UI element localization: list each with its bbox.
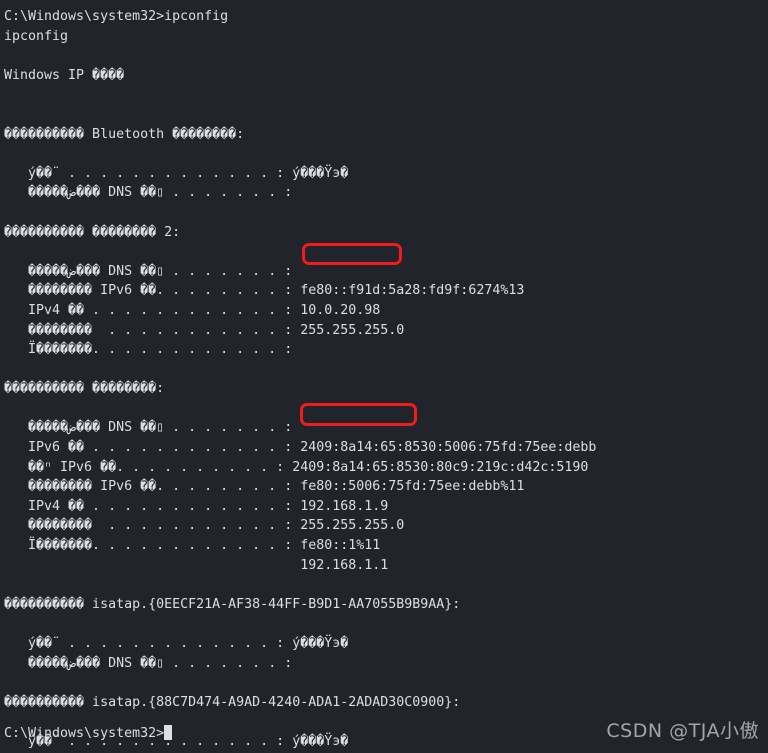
console-line: Windows IP ���� <box>4 67 125 83</box>
console-output: C:\Windows\system32>ipconfig ipconfig Win… <box>0 0 768 753</box>
console-line: �������� IPv6 ��. . . . . . . . : fe80::… <box>4 283 525 299</box>
console-line: �����ض��� DNS ��▯ . . . . . . . : <box>4 655 293 671</box>
console-line: ý��¨ . . . . . . . . . . . . . : ý���Ÿэ� <box>4 165 349 181</box>
command-prompt-line[interactable]: C:\Windows\system32> <box>4 724 173 744</box>
console-line: ��ⁿ IPv6 ��. . . . . . . . . . : 2409:8a… <box>4 459 589 475</box>
console-line: ipconfig <box>4 28 69 44</box>
console-line: �������� IPv6 ��. . . . . . . . : fe80::… <box>4 479 525 495</box>
console-line: �������� . . . . . . . . . . . : 255.255… <box>4 322 405 338</box>
console-line: 192.168.1.1 <box>4 557 389 573</box>
console-line: �����ض��� DNS ��▯ . . . . . . . : <box>4 185 293 201</box>
console-line: IPv6 �� . . . . . . . . . . . . : 2409:8… <box>4 440 597 456</box>
prompt-text: C:\Windows\system32> <box>4 726 165 741</box>
console-line: ���������� isatap.{0EECF21A-AF38-44FF-B9… <box>4 596 461 612</box>
cursor-block <box>164 725 173 740</box>
console-line: ý��¨ . . . . . . . . . . . . . : ý���Ÿэ� <box>4 636 349 651</box>
console-line: ���������� �������� 2: <box>4 224 181 240</box>
console-line: �����ض��� DNS ��▯ . . . . . . . : <box>4 263 293 279</box>
console-line: ���������� Bluetooth ��������: <box>4 126 245 142</box>
terminal-window[interactable]: C:\Windows\system32>ipconfig ipconfig Win… <box>0 0 768 753</box>
console-line: �������� . . . . . . . . . . . : 255.255… <box>4 518 405 534</box>
console-line: Ï�������. . . . . . . . . . . . : <box>4 342 293 358</box>
console-line: ���������� ��������: <box>4 381 165 397</box>
console-line: Ï�������. . . . . . . . . . . . : fe80::… <box>4 538 381 554</box>
console-line: IPv4 �� . . . . . . . . . . . . : 192.16… <box>4 498 389 514</box>
console-line: ���������� isatap.{88C7D474-A9AD-4240-AD… <box>4 694 461 710</box>
console-line: �����ض��� DNS ��▯ . . . . . . . : <box>4 420 293 436</box>
watermark-label: CSDN @TJA小傲 <box>606 720 759 742</box>
console-line: C:\Windows\system32>ipconfig <box>4 9 229 24</box>
console-line: IPv4 �� . . . . . . . . . . . . : 10.0.2… <box>4 302 381 318</box>
